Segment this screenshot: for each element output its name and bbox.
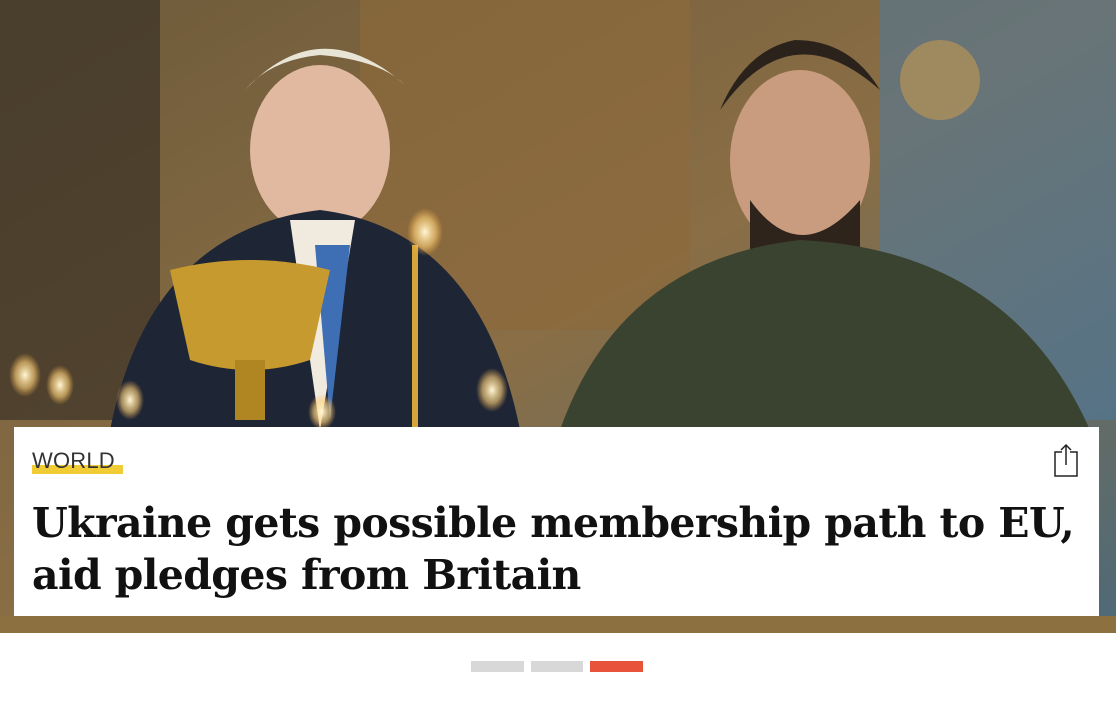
share-button[interactable] — [1053, 443, 1079, 477]
share-icon — [1054, 443, 1078, 477]
category-label[interactable]: WORLD — [32, 447, 123, 475]
carousel-pagination — [0, 661, 1116, 672]
carousel-dot-2[interactable] — [531, 661, 583, 672]
article-headline[interactable]: Ukraine gets possible membership path to… — [32, 497, 1081, 601]
news-carousel: WORLD Ukraine gets possible membership p… — [0, 0, 1116, 701]
article-card[interactable]: WORLD Ukraine gets possible membership p… — [14, 427, 1099, 616]
carousel-dot-3-active[interactable] — [590, 661, 643, 672]
carousel-dot-1[interactable] — [471, 661, 524, 672]
